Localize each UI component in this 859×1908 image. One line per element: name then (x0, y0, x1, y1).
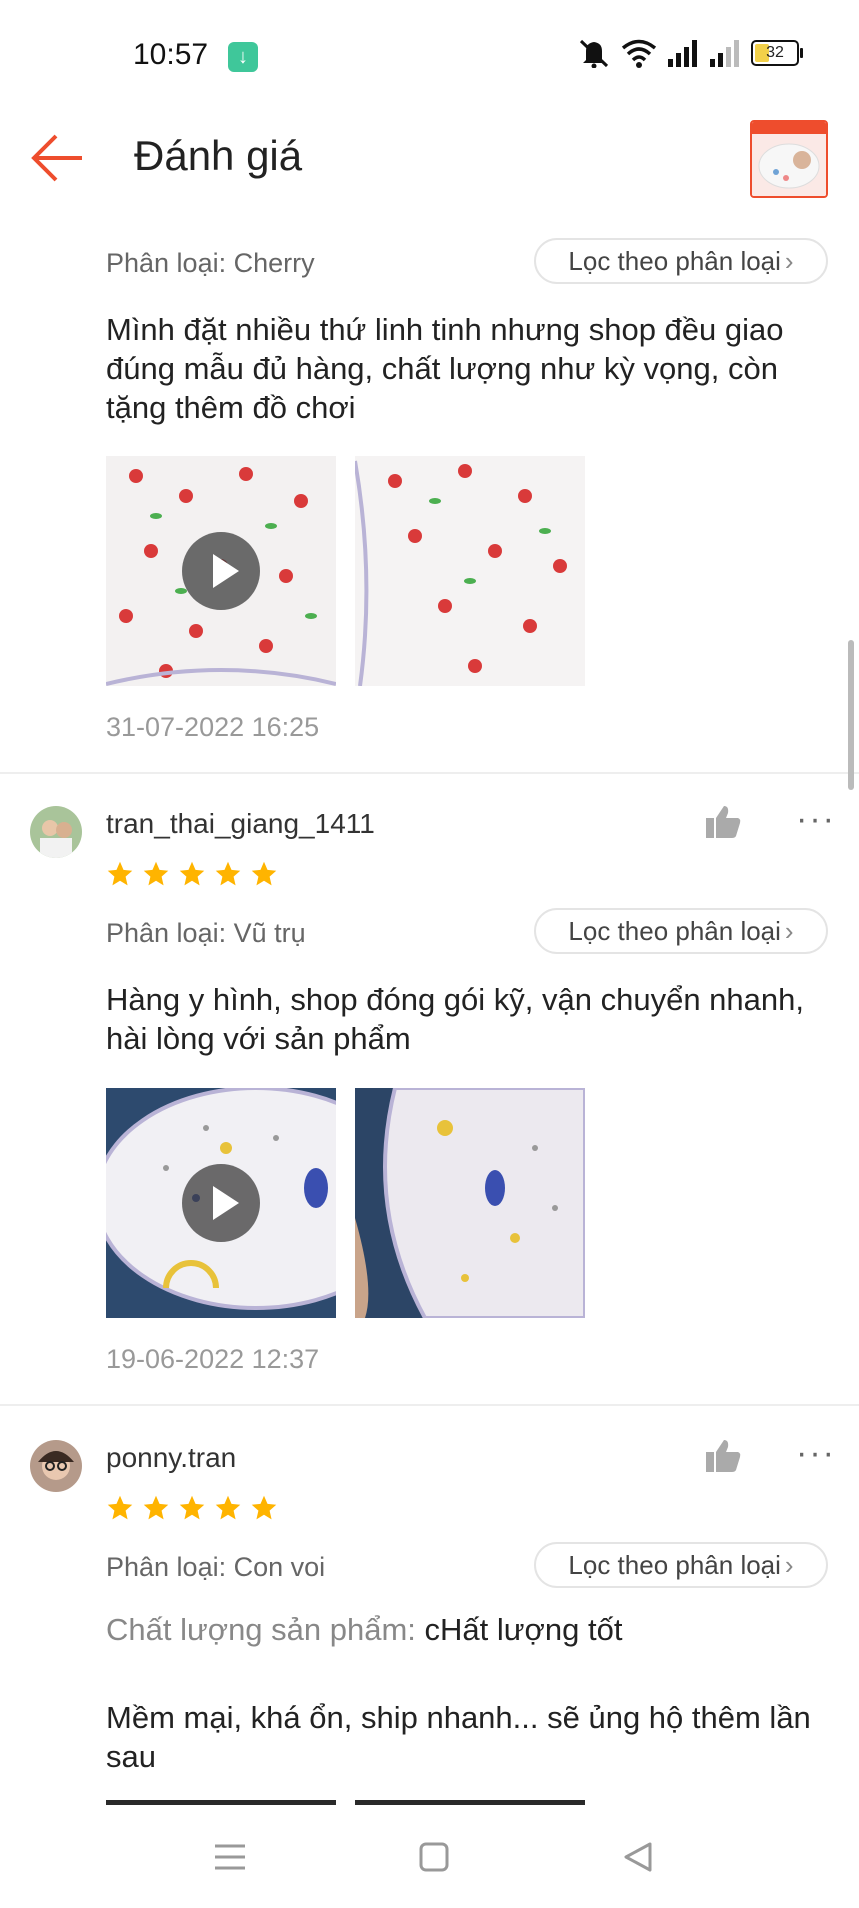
variant-label: Phân loại: Cherry (106, 248, 315, 278)
home-button[interactable] (404, 1827, 464, 1887)
avatar[interactable] (30, 1440, 82, 1492)
review-date: 31-07-2022 16:25 (106, 712, 320, 742)
review-text: Hàng y hình, shop đóng gói kỹ, vận chuyể… (106, 982, 804, 1056)
chevron-right-icon: › (784, 1549, 794, 1580)
avatar[interactable] (30, 806, 82, 858)
star-icon (143, 861, 169, 886)
scrollbar[interactable] (848, 640, 854, 790)
review-video[interactable] (106, 456, 336, 686)
star-icon (107, 1495, 133, 1520)
chevron-right-icon: › (784, 915, 794, 946)
review-video[interactable] (106, 1088, 336, 1318)
menu-button[interactable] (200, 1827, 260, 1887)
review-text: Mềm mại, khá ổn, ship nhanh... sẽ ủng hộ… (106, 1700, 811, 1774)
username: tran_thai_giang_1411 (106, 808, 375, 839)
quality-label: Chất lượng sản phẩm: (106, 1612, 416, 1647)
filter-by-variant-button[interactable]: Lọc theo phân loại › (534, 908, 828, 954)
star-rating (106, 1494, 278, 1522)
product-thumbnail[interactable] (750, 120, 828, 198)
download-notification-icon: ↓ (228, 42, 258, 72)
signal-2-icon (710, 40, 739, 67)
star-icon (215, 1495, 241, 1520)
quality-value: cHất lượng tốt (424, 1612, 623, 1647)
username: ponny.tran (106, 1442, 237, 1473)
star-icon (179, 1495, 205, 1520)
star-icon (215, 861, 241, 886)
play-icon (182, 532, 260, 610)
review-image[interactable] (355, 1088, 585, 1318)
filter-button-label: Lọc theo phân loại (568, 245, 781, 276)
back-button[interactable] (28, 128, 88, 188)
divider (0, 772, 859, 774)
like-icon[interactable] (704, 804, 742, 840)
star-icon (143, 1495, 169, 1520)
review-text: Mình đặt nhiều thứ linh tinh nhưng shop … (106, 312, 784, 425)
battery-icon: 32 (751, 40, 803, 66)
triangle-back-icon (624, 1842, 652, 1872)
page-title: Đánh giá (134, 132, 303, 179)
status-time: 10:57 (133, 38, 209, 71)
star-icon (251, 861, 277, 886)
like-icon[interactable] (704, 1438, 742, 1474)
filter-button-label: Lọc theo phân loại (568, 1549, 781, 1580)
divider (0, 1404, 859, 1406)
chevron-right-icon: › (784, 245, 794, 276)
filter-by-variant-button[interactable]: Lọc theo phân loại › (534, 238, 828, 284)
more-options-icon[interactable]: ··· (796, 800, 836, 839)
play-icon (182, 1164, 260, 1242)
filter-button-label: Lọc theo phân loại (568, 915, 781, 946)
menu-icon (215, 1844, 245, 1870)
star-icon (107, 861, 133, 886)
more-options-icon[interactable]: ··· (796, 1434, 836, 1473)
review-date: 19-06-2022 12:37 (106, 1344, 320, 1374)
back-arrow-icon (31, 134, 82, 182)
variant-label: Phân loại: Vũ trụ (106, 918, 306, 948)
mute-icon (579, 39, 609, 68)
wifi-icon (621, 39, 657, 68)
product-quality: Chất lượng sản phẩm: cHất lượng tốt (106, 1612, 622, 1648)
back-nav-button[interactable] (608, 1827, 668, 1887)
status-icons: 32 (577, 38, 803, 68)
signal-icon (668, 40, 697, 67)
variant-label: Phân loại: Con voi (106, 1552, 326, 1582)
system-nav-bar (0, 1805, 859, 1908)
star-icon (251, 1495, 277, 1520)
square-icon (419, 1842, 449, 1872)
battery-level: 32 (766, 44, 784, 61)
filter-by-variant-button[interactable]: Lọc theo phân loại › (534, 1542, 828, 1588)
star-rating (106, 860, 278, 888)
star-icon (179, 861, 205, 886)
review-image[interactable] (355, 456, 585, 686)
